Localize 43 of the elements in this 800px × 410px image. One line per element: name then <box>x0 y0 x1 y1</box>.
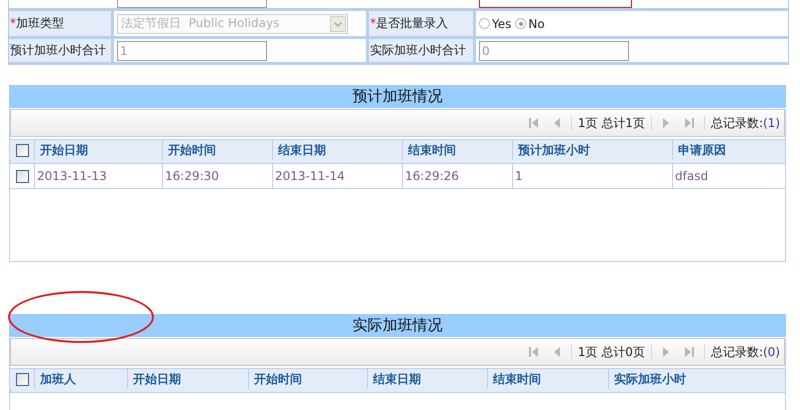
first-page-icon[interactable] <box>528 346 540 358</box>
section-header: 预计加班情况 <box>9 85 786 108</box>
column-header: 开始时间 <box>162 140 272 160</box>
table-cell: dfasd <box>672 164 785 188</box>
select-all-checkbox[interactable] <box>16 144 28 156</box>
page-info: 1页 总计0页 <box>578 344 645 360</box>
previous-page-icon[interactable] <box>552 346 562 358</box>
text-field[interactable]: 0 <box>479 40 629 60</box>
next-page-icon[interactable] <box>660 346 671 358</box>
table-cell: 1 <box>512 164 672 188</box>
column-header: 开始日期 <box>127 369 248 389</box>
column-header: 预计加班小时 <box>512 140 672 160</box>
next-page-icon[interactable] <box>660 117 671 129</box>
record-count: 总记录数:(1) <box>710 114 780 132</box>
column-header: 实际加班小时 <box>608 369 785 389</box>
page-info: 1页 总计1页 <box>578 114 645 132</box>
column-header: 加班人 <box>34 369 127 389</box>
table-cell: 2013-11-14 <box>272 164 402 188</box>
radio-option[interactable]: Yes <box>479 16 512 30</box>
field-label: 预计加班小时合计 <box>10 42 106 59</box>
column-header: 结束日期 <box>272 140 402 160</box>
field-label: *是否批量录入 <box>370 15 448 32</box>
last-page-icon[interactable] <box>682 346 695 358</box>
radio-option[interactable]: No <box>515 16 545 30</box>
column-header: 结束日期 <box>367 369 487 389</box>
table-cell: 16:29:26 <box>402 164 512 188</box>
column-header: 开始日期 <box>34 140 162 160</box>
column-header: 开始时间 <box>248 369 367 389</box>
column-header: 结束时间 <box>402 140 512 160</box>
first-page-icon[interactable] <box>528 117 540 129</box>
row-checkbox[interactable] <box>16 170 28 182</box>
select-all-checkbox[interactable] <box>16 372 28 386</box>
table-cell: 2013-11-13 <box>34 164 162 188</box>
previous-page-icon[interactable] <box>552 117 562 129</box>
column-header: 申请原因 <box>672 140 785 160</box>
text-field[interactable]: 1 <box>117 40 267 60</box>
table-cell: 16:29:30 <box>162 164 272 188</box>
record-count: 总记录数:(0) <box>710 344 780 360</box>
field-label: 实际加班小时合计 <box>370 42 466 59</box>
column-header: 结束时间 <box>487 369 608 389</box>
section-header: 实际加班情况 <box>9 314 786 337</box>
field-label: *加班类型 <box>10 15 64 32</box>
last-page-icon[interactable] <box>682 117 695 129</box>
